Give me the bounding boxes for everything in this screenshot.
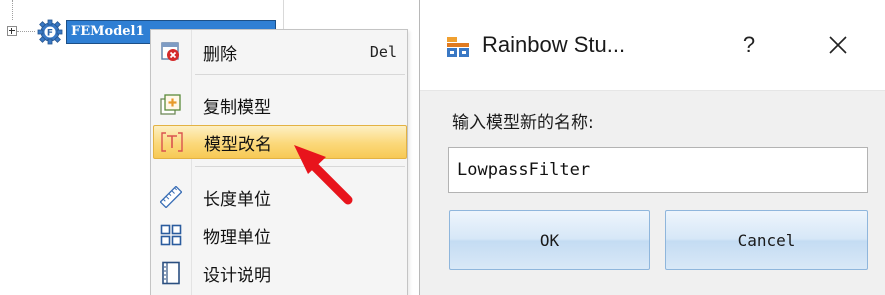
menu-separator [195,74,405,75]
dialog-title: Rainbow Stu... [482,32,626,57]
menu-item-rename-model[interactable]: 模型改名 [153,125,407,159]
menu-item-length-unit[interactable]: 长度单位 [153,180,407,214]
app-icon [447,37,469,57]
menu-item-design-notes[interactable]: 设计说明 [153,256,407,290]
menu-item-label: 删除 [203,44,237,65]
dialog-divider [420,90,885,91]
ok-button[interactable]: OK [449,210,650,270]
menu-item-label: 模型改名 [204,134,272,155]
menu-item-label: 物理单位 [203,227,271,248]
close-icon[interactable] [820,29,856,61]
menu-item-shortcut: Del [369,43,397,61]
cancel-button[interactable]: Cancel [665,210,868,270]
gear-node-icon: F [37,19,63,45]
copy-model-icon [158,92,184,118]
menu-item-physical-unit[interactable]: 物理单位 [153,218,407,252]
menu-item-label: 长度单位 [203,189,271,210]
menu-item-label: 复制模型 [203,97,271,118]
grid-units-icon [158,222,184,248]
document-icon [158,260,184,286]
menu-separator [195,166,405,167]
tree-connector [12,0,13,20]
ruler-icon [158,184,184,210]
delete-icon [158,39,184,65]
rename-icon [159,129,185,155]
menu-item-delete[interactable]: 删除 Del [153,35,407,69]
menu-item-copy-model[interactable]: 复制模型 [153,88,407,122]
model-name-input[interactable]: LowpassFilter [448,147,868,193]
rename-dialog: Rainbow Stu... ? 输入模型新的名称: LowpassFilter… [419,0,885,295]
tree-connector [17,31,35,32]
rename-prompt-label: 输入模型新的名称: [452,113,594,133]
help-button[interactable]: ? [734,29,764,61]
dialog-titlebar[interactable]: Rainbow Stu... ? [420,0,885,90]
menu-item-label: 设计说明 [203,265,271,286]
context-menu: 删除 Del 复制模型 模型改名 长度单位 物理单位 设计说明 [150,29,408,295]
tree-expand-toggle[interactable] [7,26,17,36]
tree-pane-border [283,0,284,30]
svg-text:F: F [47,29,53,39]
